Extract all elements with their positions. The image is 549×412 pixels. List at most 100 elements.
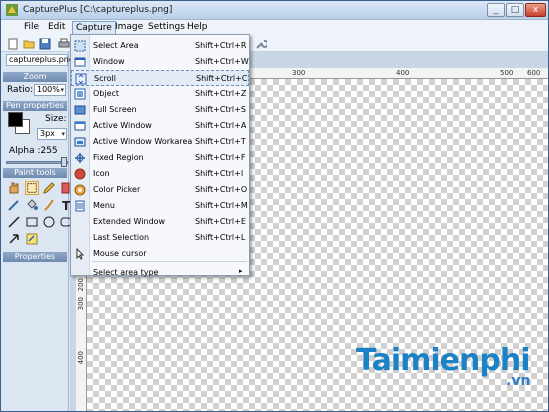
foreground-color-swatch[interactable] bbox=[8, 112, 23, 127]
capture-menu-item-shortcut: Shift+Ctrl+E bbox=[195, 217, 246, 226]
capture-menu-item-select-area-type[interactable]: Select area type ▸ bbox=[71, 265, 249, 281]
eyedropper-tool-icon[interactable] bbox=[7, 198, 21, 212]
side-panel: captureplus.png Zoom Ratio: 100% ▾ Pen p… bbox=[1, 52, 74, 411]
capture-menu-item-label: Icon bbox=[93, 169, 110, 178]
capture-menu-item-extended-window[interactable]: Extended Window Shift+Ctrl+E bbox=[71, 214, 249, 230]
line-tool-icon[interactable] bbox=[7, 215, 21, 229]
capture-menu-item-shortcut: Shift+Ctrl+C bbox=[196, 74, 248, 83]
arrow-tool-icon[interactable] bbox=[7, 232, 21, 246]
capture-menu-item-label: Select area type bbox=[93, 268, 159, 277]
chevron-down-icon: ▾ bbox=[61, 130, 65, 138]
pen-properties-header: Pen properties bbox=[3, 101, 67, 111]
capture-menu-item-label: Scroll bbox=[94, 74, 116, 83]
menu-settings[interactable]: Settings bbox=[145, 22, 188, 32]
capture-menu-item-shortcut: Shift+Ctrl+W bbox=[195, 57, 249, 66]
hand-tool-icon[interactable] bbox=[7, 181, 21, 195]
ruler-tick: 400 bbox=[396, 69, 410, 77]
capture-menu-item-label: Active Window bbox=[93, 121, 152, 130]
capture-menu-item-label: Active Window Workarea bbox=[93, 137, 193, 146]
paint-tools-header: Paint tools bbox=[3, 168, 67, 178]
size-value: 3px bbox=[40, 129, 55, 138]
capture-menu-item-fixed-region[interactable]: Fixed Region Shift+Ctrl+F bbox=[71, 150, 249, 166]
capture-menu-item-object[interactable]: Object Shift+Ctrl+Z bbox=[71, 86, 249, 102]
capture-menu-item-shortcut: Shift+Ctrl+R bbox=[195, 41, 247, 50]
alpha-slider-track[interactable] bbox=[6, 161, 68, 164]
capture-menu-item-last-selection[interactable]: Last Selection Shift+Ctrl+L bbox=[71, 230, 249, 246]
rectangle-select-tool-icon[interactable] bbox=[25, 181, 39, 195]
capture-menu-item-shortcut: Shift+Ctrl+A bbox=[195, 121, 247, 130]
mouse-cursor-icon bbox=[76, 248, 85, 260]
capture-menu-item-label: Fixed Region bbox=[93, 153, 144, 162]
ratio-label: Ratio: bbox=[7, 85, 34, 95]
capture-menu-item-full-screen[interactable]: Full Screen Shift+Ctrl+S bbox=[71, 102, 249, 118]
capture-menu-item-scroll[interactable]: Scroll Shift+Ctrl+C bbox=[71, 70, 249, 86]
capture-menu-item-label: Last Selection bbox=[93, 233, 150, 242]
capture-menu-item-shortcut: Shift+Ctrl+Z bbox=[195, 89, 247, 98]
close-button[interactable]: x bbox=[525, 3, 546, 17]
scroll-icon bbox=[75, 73, 87, 85]
icon-capture-icon bbox=[74, 168, 86, 180]
chevron-down-icon: ▾ bbox=[60, 86, 64, 94]
minimize-button[interactable]: _ bbox=[487, 3, 505, 17]
capture-menu-item-label: Extended Window bbox=[93, 217, 166, 226]
capture-menu-item-window[interactable]: Window Shift+Ctrl+W bbox=[71, 54, 249, 70]
fill-bucket-tool-icon[interactable] bbox=[25, 198, 39, 212]
capture-menu-item-shortcut: Shift+Ctrl+L bbox=[195, 233, 246, 242]
capture-menu-item-menu[interactable]: Menu Shift+Ctrl+M bbox=[71, 198, 249, 214]
print-icon[interactable] bbox=[58, 38, 70, 50]
capture-menu: Select Area Shift+Ctrl+R Window Shift+Ctrl+… bbox=[70, 34, 250, 277]
capture-menu-item-shortcut: Shift+Ctrl+M bbox=[195, 201, 248, 210]
rectangle-tool-icon[interactable] bbox=[25, 215, 39, 229]
file-name-field[interactable]: captureplus.png bbox=[6, 54, 74, 66]
capture-menu-item-color-picker[interactable]: Color Picker Shift+Ctrl+O bbox=[71, 182, 249, 198]
active-window-icon bbox=[74, 121, 86, 131]
capture-menu-item-label: Window bbox=[93, 57, 125, 66]
color-picker-icon bbox=[74, 184, 86, 196]
open-folder-icon[interactable] bbox=[23, 38, 35, 50]
capture-menu-item-shortcut: Shift+Ctrl+S bbox=[195, 105, 246, 114]
title-bar[interactable]: CapturePlus [C:\captureplus.png] _ □ x bbox=[1, 1, 548, 20]
maximize-button[interactable]: □ bbox=[506, 3, 524, 17]
pencil-tool-icon[interactable] bbox=[42, 181, 56, 195]
ratio-select[interactable]: 100% ▾ bbox=[34, 84, 66, 96]
new-file-icon[interactable] bbox=[7, 38, 19, 50]
window-icon bbox=[74, 57, 86, 67]
capture-menu-item-active-window[interactable]: Active Window Shift+Ctrl+A bbox=[71, 118, 249, 134]
ruler-tick: 600 bbox=[527, 69, 541, 77]
window-title: CapturePlus [C:\captureplus.png] bbox=[23, 5, 173, 15]
watermark-logo: Taimienphi bbox=[356, 343, 530, 378]
wrench-icon[interactable] bbox=[255, 38, 267, 50]
menu-help[interactable]: Help bbox=[184, 22, 211, 32]
capture-menu-item-select-area[interactable]: Select Area Shift+Ctrl+R bbox=[71, 38, 249, 54]
capture-menu-item-label: Color Picker bbox=[93, 185, 141, 194]
app-window: CapturePlus [C:\captureplus.png] _ □ x F… bbox=[0, 0, 549, 412]
capture-menu-item-label: Menu bbox=[93, 201, 115, 210]
brush-tool-icon[interactable] bbox=[42, 198, 56, 212]
save-icon[interactable] bbox=[39, 38, 51, 50]
menu-capture[interactable]: Capture bbox=[72, 21, 116, 35]
alpha-slider-thumb[interactable] bbox=[61, 157, 67, 167]
size-select[interactable]: 3px ▾ bbox=[37, 128, 67, 140]
capture-menu-item-label: Select Area bbox=[93, 41, 139, 50]
capture-menu-item-icon[interactable]: Icon Shift+Ctrl+I bbox=[71, 166, 249, 182]
select-area-icon bbox=[74, 40, 86, 52]
size-label: Size: bbox=[45, 114, 67, 124]
menu-file[interactable]: File bbox=[21, 22, 42, 32]
capture-menu-item-label: Full Screen bbox=[93, 105, 137, 114]
watermark-suffix: .vn bbox=[506, 373, 531, 389]
ellipse-tool-icon[interactable] bbox=[42, 215, 56, 229]
note-tool-icon[interactable] bbox=[25, 232, 39, 246]
capture-menu-item-mouse-cursor[interactable]: Mouse cursor bbox=[71, 246, 249, 262]
object-icon bbox=[74, 88, 86, 100]
menu-edit[interactable]: Edit bbox=[45, 22, 68, 32]
capture-menu-item-shortcut: Shift+Ctrl+T bbox=[195, 137, 246, 146]
menu-image[interactable]: Image bbox=[112, 22, 146, 32]
properties-header: Properties bbox=[3, 252, 67, 262]
app-logo-icon bbox=[6, 4, 18, 16]
workarea-icon bbox=[74, 137, 86, 147]
capture-menu-item-active-window-workarea[interactable]: Active Window Workarea Shift+Ctrl+T bbox=[71, 134, 249, 150]
capture-menu-item-shortcut: Shift+Ctrl+O bbox=[195, 185, 248, 194]
fixed-region-icon bbox=[75, 153, 85, 163]
submenu-arrow-icon: ▸ bbox=[239, 267, 243, 275]
ruler-tick: 300 bbox=[77, 297, 85, 311]
